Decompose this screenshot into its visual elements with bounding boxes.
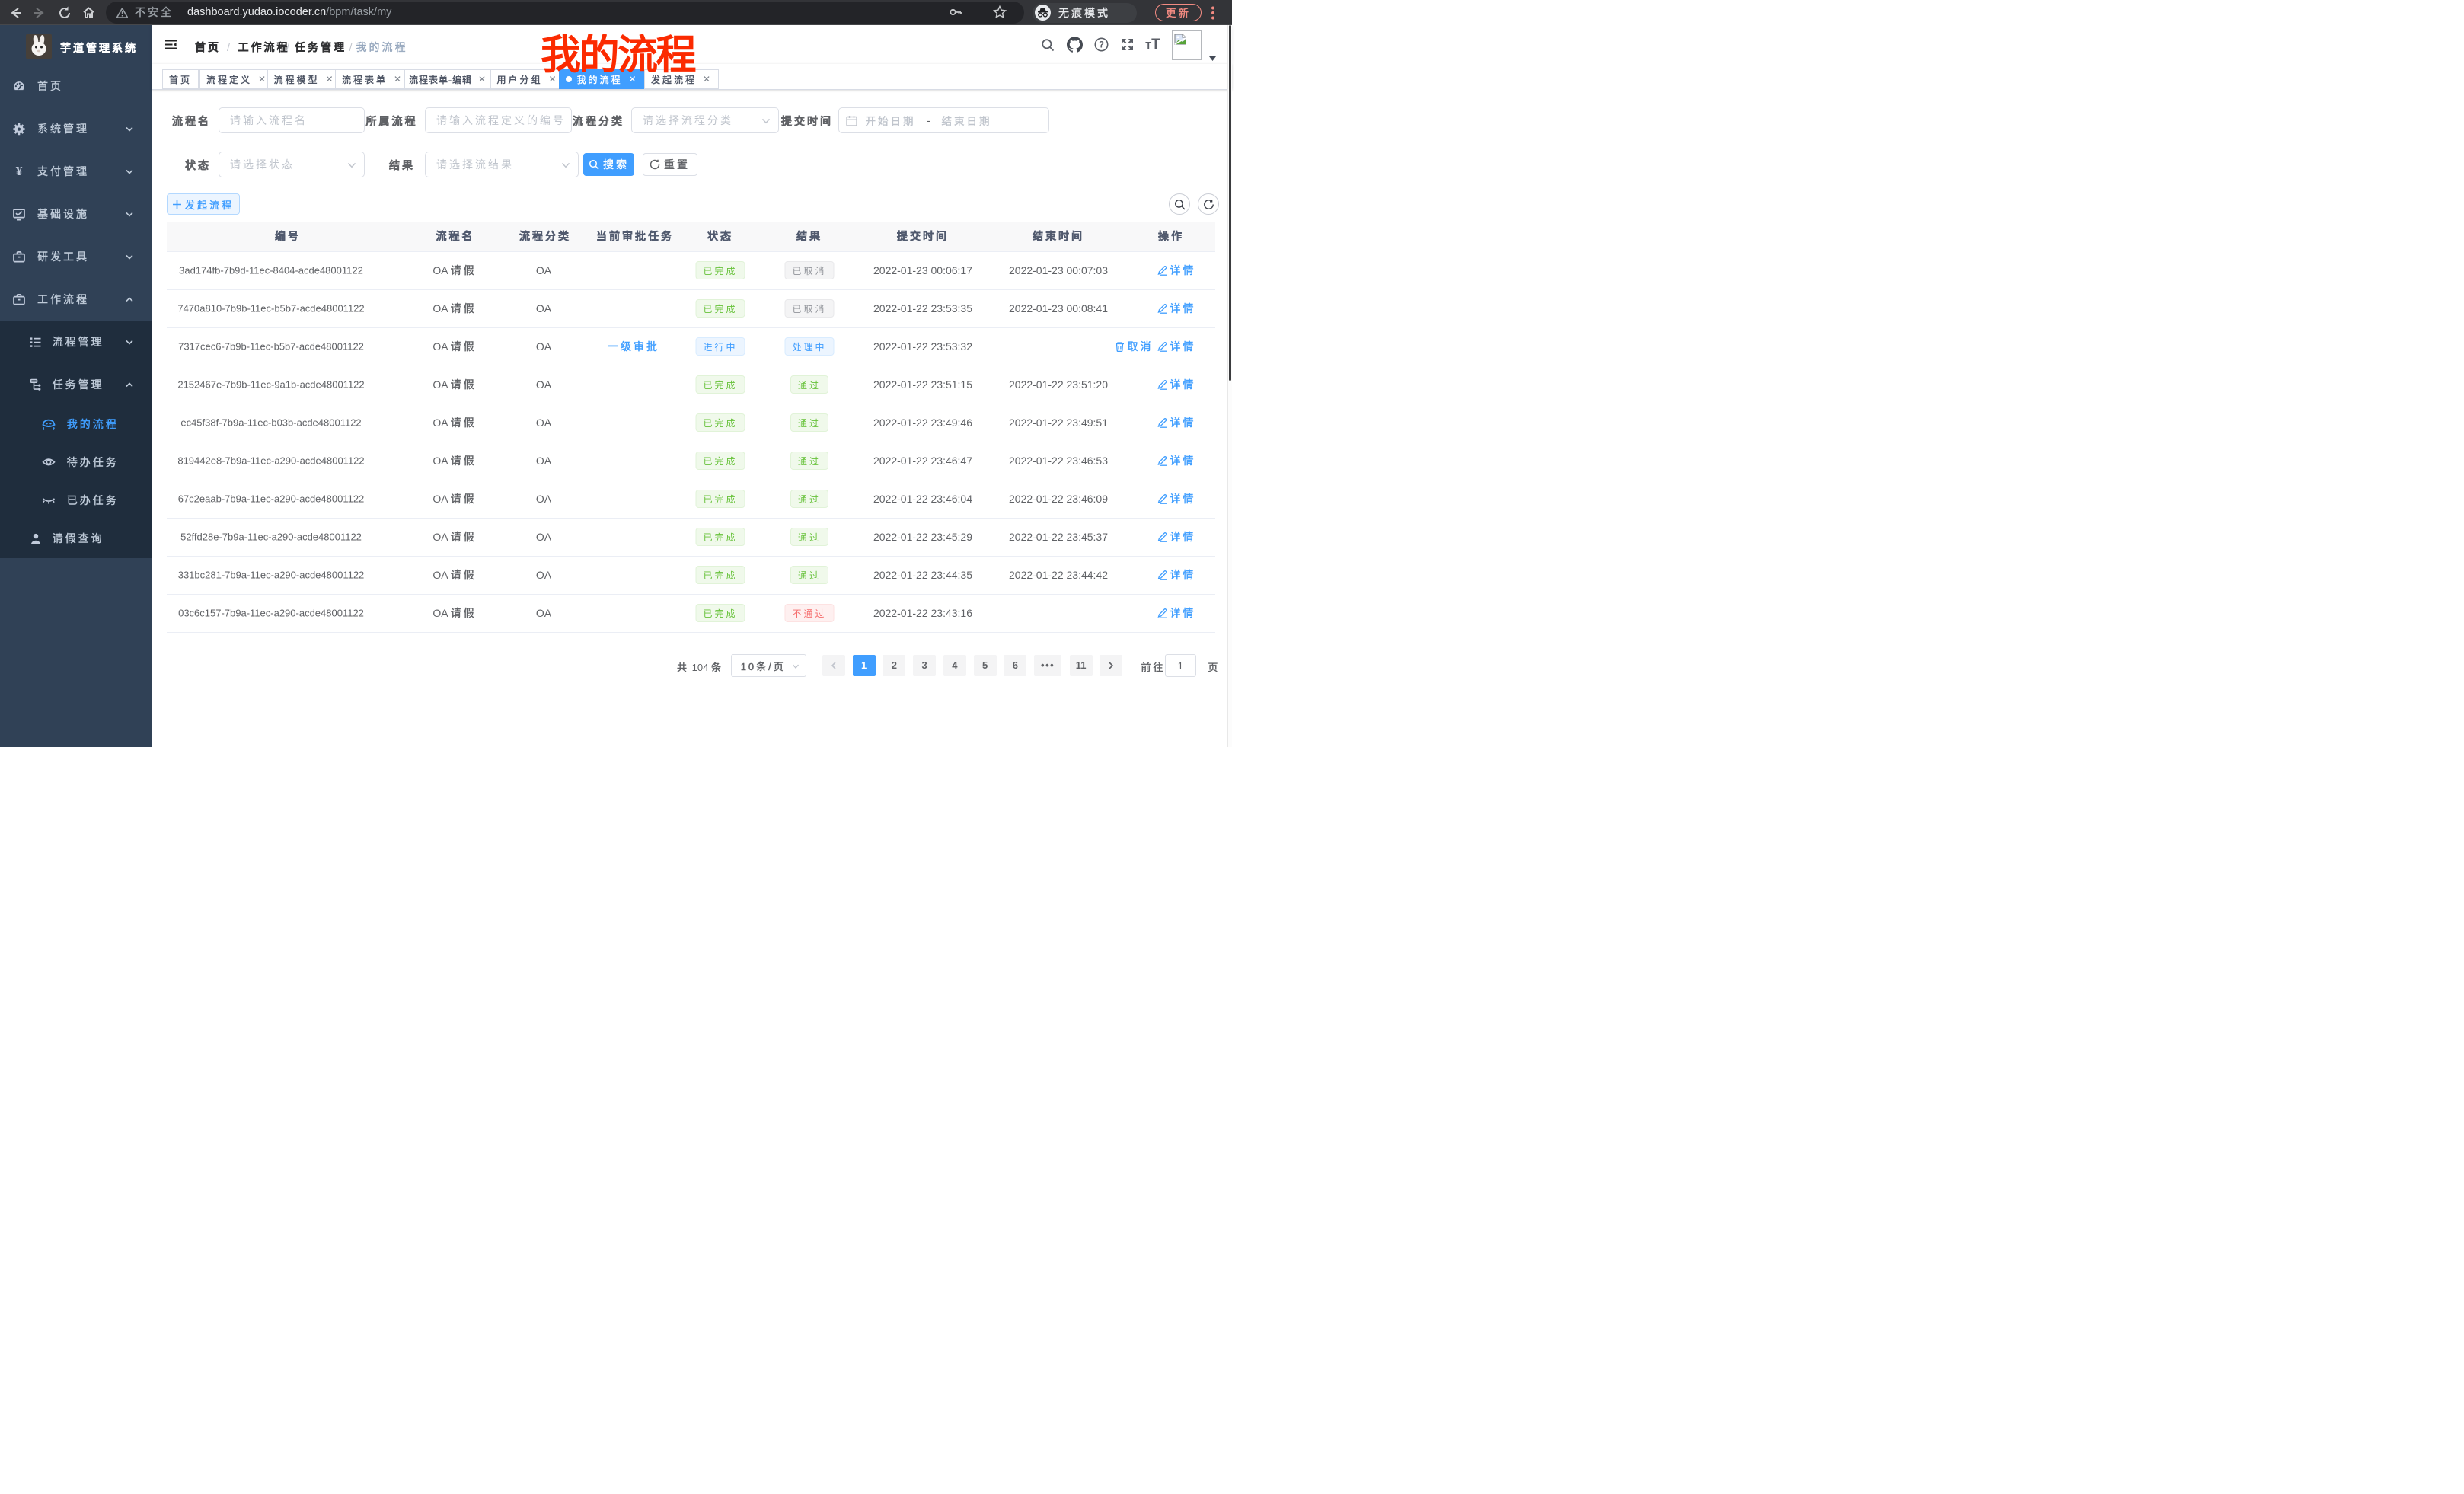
svg-text:?: ? bbox=[1098, 41, 1103, 50]
